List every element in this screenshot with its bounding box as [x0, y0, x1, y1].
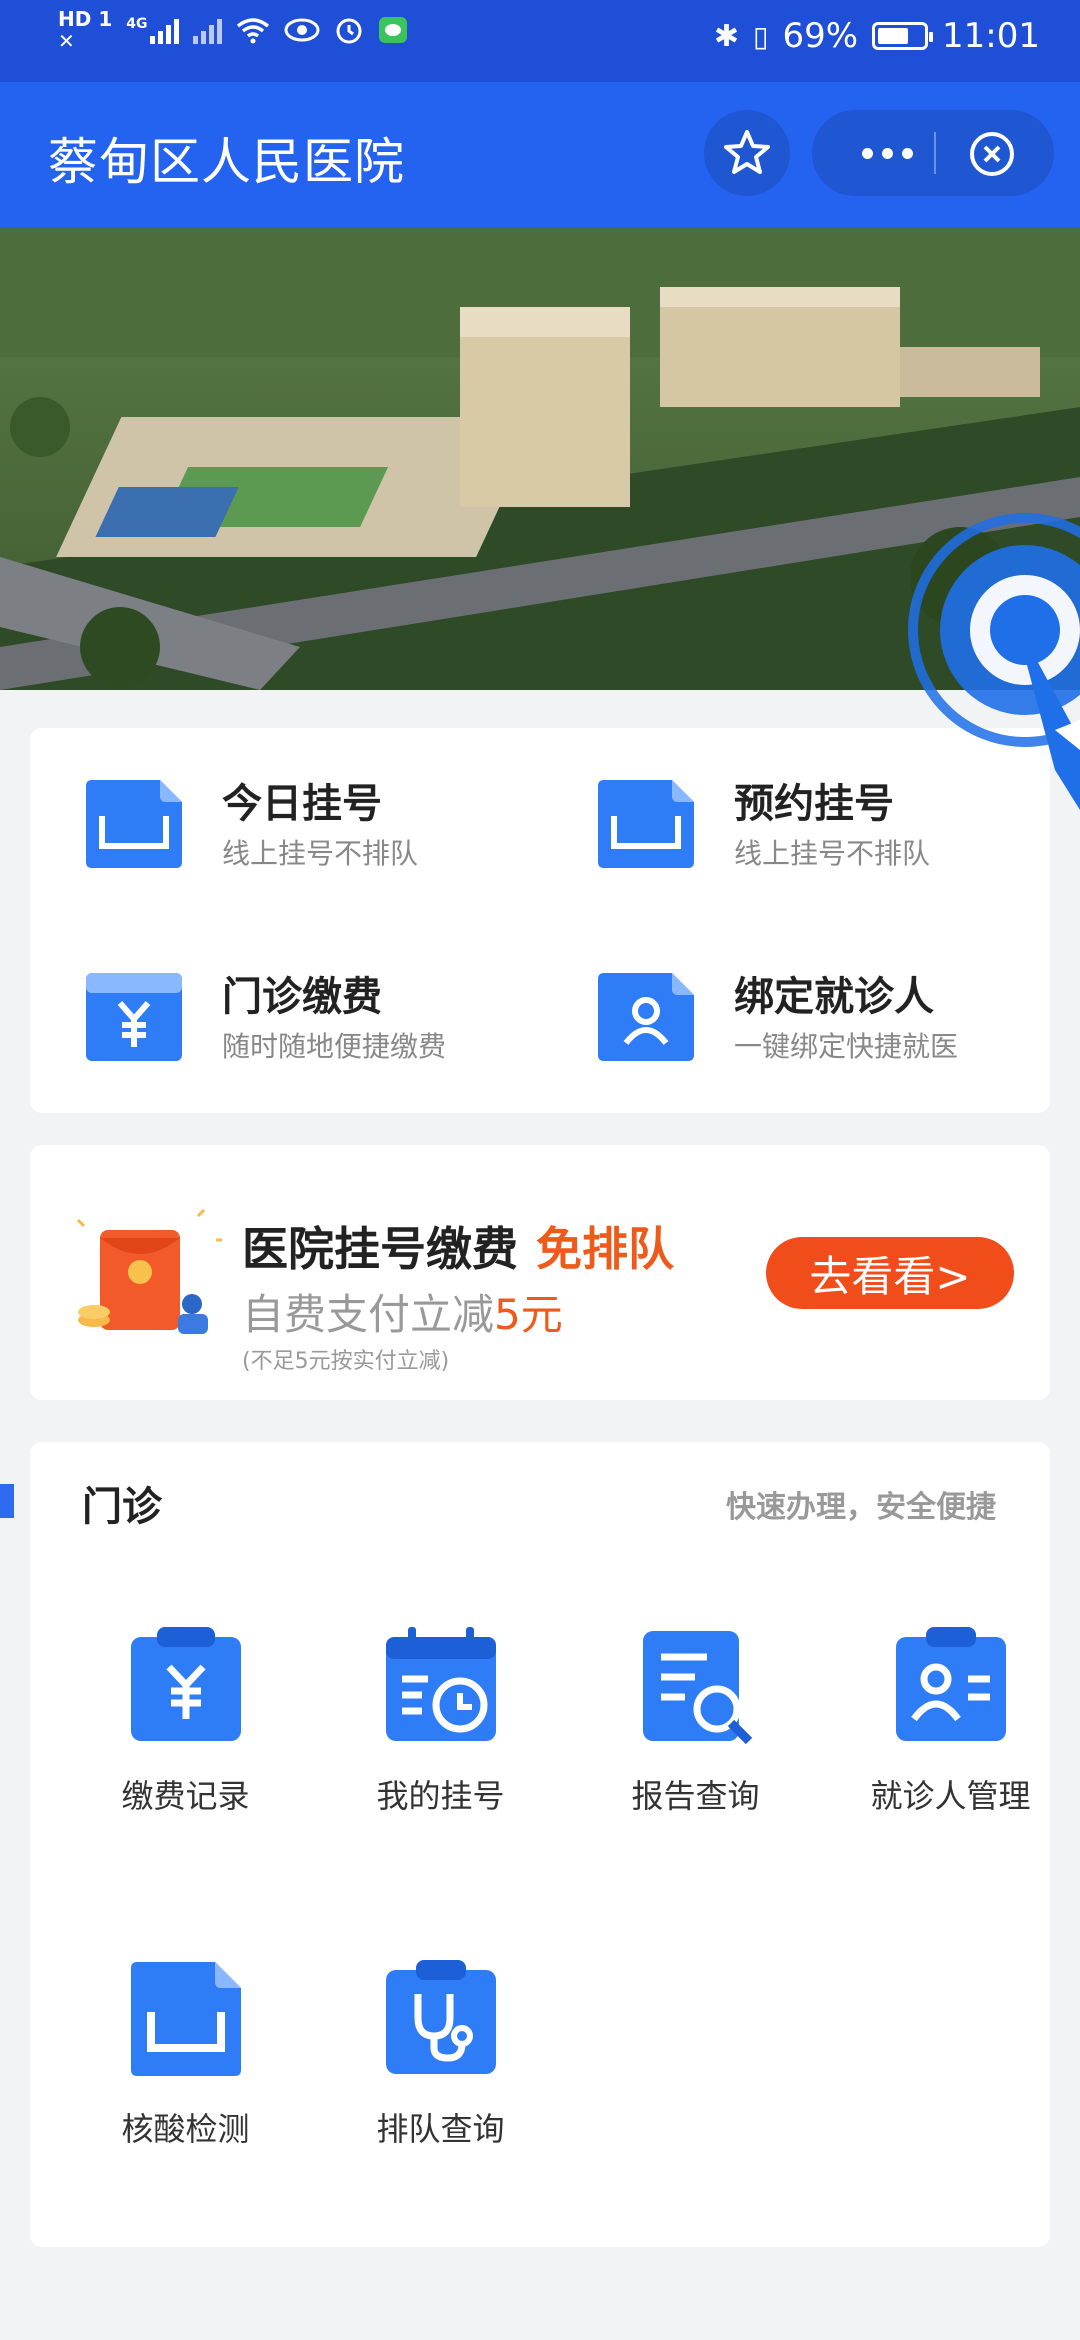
close-icon[interactable] [968, 130, 1016, 178]
signal-icon-2 [193, 16, 223, 44]
bluetooth-icon: ✱ [713, 18, 740, 54]
quick-action-title: 门诊缴费 [222, 974, 382, 1020]
vibrate-icon: ▯ [753, 19, 769, 53]
quick-action-title: 绑定就诊人 [734, 974, 934, 1020]
favorite-button[interactable] [704, 110, 790, 196]
outpatient-section: 门诊 快速办理，安全便捷 缴费记录 我的挂号 报告查询 就诊人管理 核酸检测 排… [0, 1442, 1050, 2247]
tap-gesture-icon [908, 513, 1080, 810]
red-envelope-icon [76, 1208, 222, 1334]
status-icons-right: ✱ ▯ 69% 11:01 [714, 16, 1040, 56]
promo-accent: 免排队 [536, 1222, 674, 1276]
stethoscope-icon [385, 1960, 496, 2074]
appointment-registration-button[interactable]: 预约挂号 线上挂号不排队 [598, 780, 930, 874]
service-label: 我的挂号 [376, 1777, 505, 1815]
promo-banner[interactable]: 医院挂号缴费 免排队 自费支付立减5元 (不足5元按实付立减) 去看看> [30, 1145, 1050, 1400]
promo-amount: 5元 [494, 1290, 563, 1339]
payment-record-icon [130, 1627, 241, 1741]
hd-indicator: HD 1 [58, 7, 113, 31]
quick-actions-card: 今日挂号 线上挂号不排队 预约挂号 线上挂号不排队 门诊缴费 随时随地便捷缴费 … [30, 728, 1050, 1113]
bed-icon [86, 780, 182, 868]
section-title: 门诊 [82, 1484, 162, 1530]
section-hint: 快速办理，安全便捷 [726, 1490, 996, 1525]
section-marker [0, 1484, 14, 1518]
capsule-divider [934, 132, 936, 174]
report-search-icon [642, 1631, 752, 1745]
today-registration-button[interactable]: 今日挂号 线上挂号不排队 [86, 780, 418, 874]
service-queue-query[interactable]: 排队查询 [313, 1960, 568, 2150]
quick-action-subtitle: 一键绑定快捷就医 [734, 1030, 959, 1063]
alarm-icon [336, 18, 362, 44]
nav-bar: 蔡甸区人民医院 [0, 82, 1080, 227]
outpatient-payment-button[interactable]: 门诊缴费 随时随地便捷缴费 [86, 973, 446, 1067]
bed-icon [130, 1962, 241, 2076]
quick-action-subtitle: 线上挂号不排队 [734, 837, 931, 870]
quick-action-title: 今日挂号 [222, 781, 382, 827]
promo-note: (不足5元按实付立减) [242, 1349, 450, 1374]
promo-title: 医院挂号缴费 免排队 [242, 1222, 674, 1276]
service-label: 就诊人管理 [870, 1777, 1031, 1815]
service-my-registration[interactable]: 我的挂号 [313, 1627, 568, 1817]
service-nucleic-acid-test[interactable]: 核酸检测 [58, 1960, 313, 2150]
calendar-clock-icon [385, 1627, 496, 1741]
quick-action-subtitle: 线上挂号不排队 [222, 837, 419, 870]
quick-action-title: 预约挂号 [734, 781, 894, 827]
yuan-icon [86, 973, 182, 1061]
service-patient-management[interactable]: 就诊人管理 [823, 1627, 1078, 1817]
page-title: 蔡甸区人民医院 [48, 133, 405, 191]
more-button[interactable] [842, 132, 932, 174]
battery-percent: 69% [782, 16, 859, 56]
service-report-query[interactable]: 报告查询 [568, 1627, 823, 1817]
call-icon: ✕ [58, 29, 75, 53]
bind-patient-button[interactable]: 绑定就诊人 一键绑定快捷就医 [598, 973, 958, 1067]
eye-icon [284, 18, 320, 42]
bed-icon [598, 780, 694, 868]
battery-icon [872, 22, 934, 50]
message-icon [379, 17, 408, 43]
service-payment-record[interactable]: 缴费记录 [58, 1627, 313, 1817]
mini-program-capsule [812, 110, 1054, 196]
promo-subtitle: 自费支付立减5元 [242, 1290, 563, 1339]
status-icons-left: HD 1 ✕ 4G [58, 8, 408, 52]
service-label: 核酸检测 [121, 2110, 250, 2148]
status-bar: HD 1 ✕ 4G ✱ ▯ 69% 11:01 [0, 0, 1080, 82]
service-label: 缴费记录 [121, 1777, 250, 1815]
more-dots-icon [861, 147, 873, 159]
clock-time: 11:01 [942, 16, 1040, 56]
wifi-icon [237, 18, 270, 44]
person-icon [598, 973, 694, 1061]
service-label: 排队查询 [376, 2110, 505, 2148]
quick-action-subtitle: 随时随地便捷缴费 [222, 1030, 447, 1063]
patient-card-icon [895, 1627, 1006, 1741]
go-see-button[interactable]: 去看看> [766, 1237, 1014, 1309]
service-label: 报告查询 [631, 1777, 760, 1815]
signal-icon: 4G [126, 16, 180, 44]
star-icon [724, 130, 770, 174]
